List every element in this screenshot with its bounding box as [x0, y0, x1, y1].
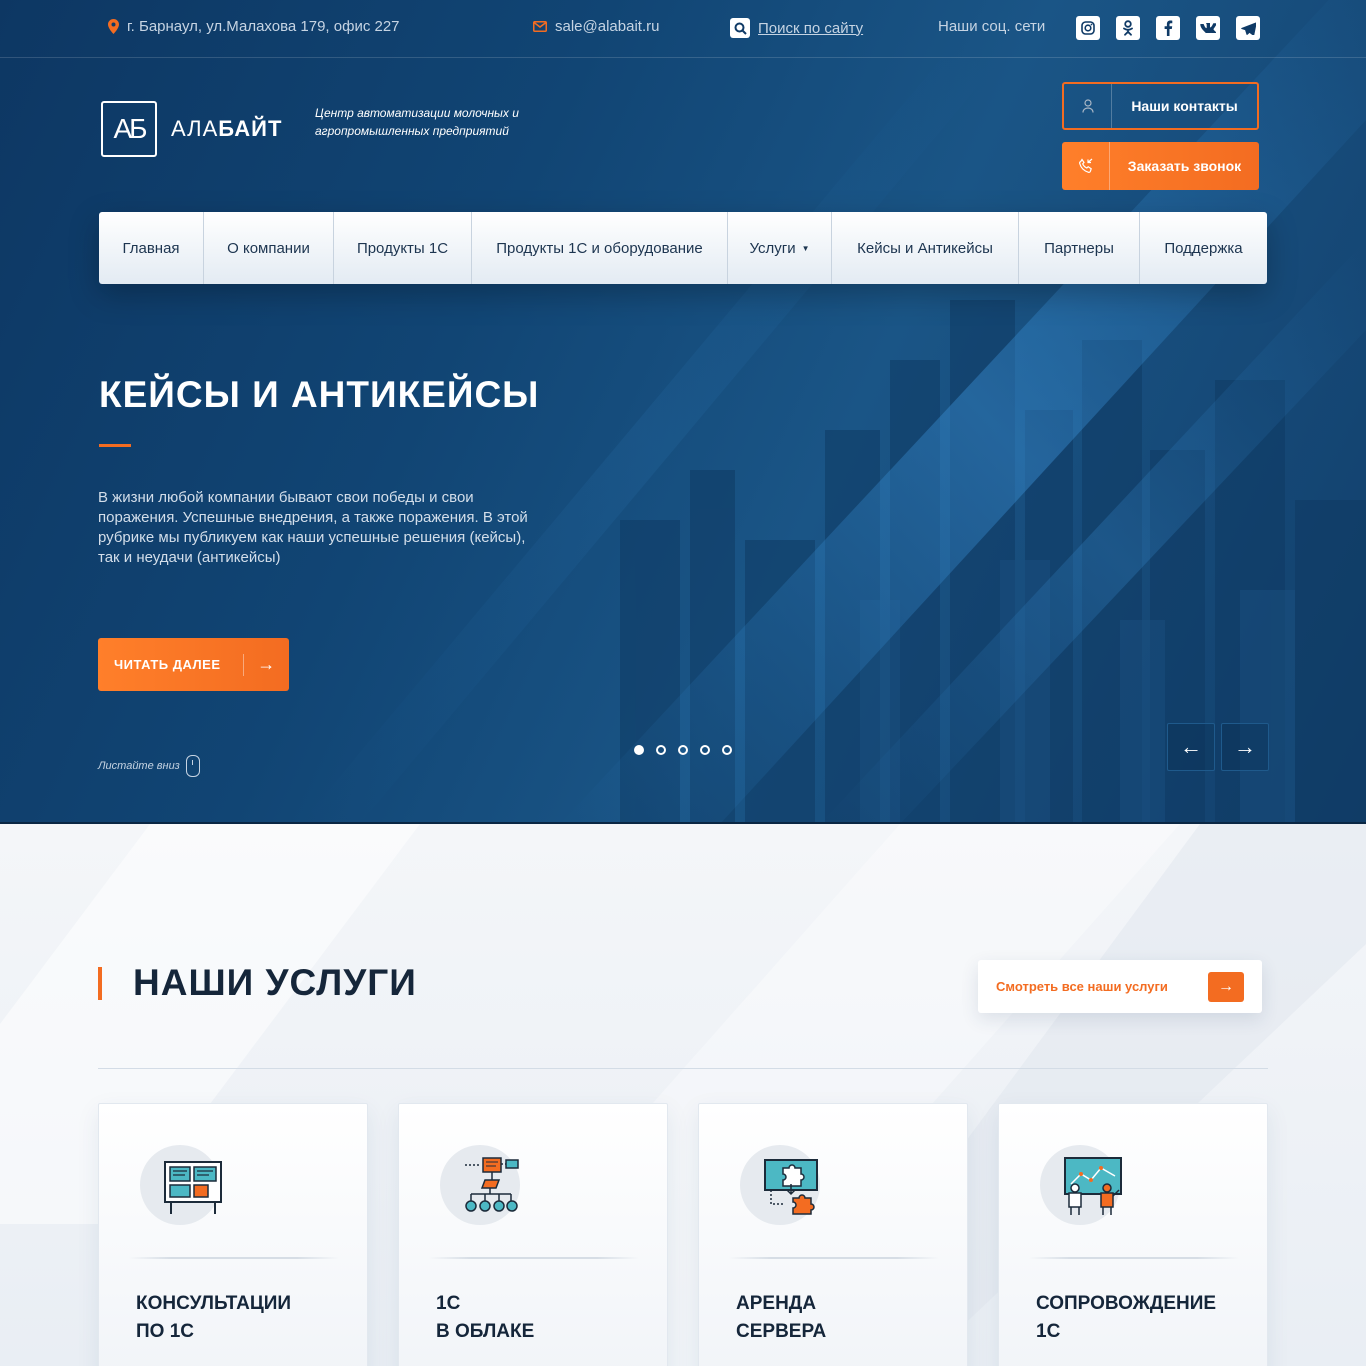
slider-dot[interactable]: [678, 745, 688, 755]
scroll-hint-label: Листайте вниз: [98, 760, 180, 772]
arrow-right-icon: →: [1208, 971, 1244, 1002]
email[interactable]: sale@alabait.ru: [533, 18, 659, 35]
hero-description: В жизни любой компании бывают свои побед…: [98, 489, 528, 566]
card-title-line1: АРЕНДА: [736, 1293, 817, 1314]
card-title-line2: СЕРВЕРА: [736, 1321, 827, 1342]
card-title-line2: 1С: [1036, 1321, 1061, 1342]
telegram-icon[interactable]: [1236, 16, 1260, 40]
contacts-button-label: Наши контакты: [1131, 98, 1238, 114]
service-card-consulting[interactable]: КОНСУЛЬТАЦИИ ПО 1С: [98, 1103, 368, 1366]
arrow-right-icon: →: [243, 653, 289, 676]
read-more-button[interactable]: ЧИТАТЬ ДАЛЕЕ →: [98, 638, 289, 691]
search[interactable]: Поиск по сайту: [730, 18, 863, 38]
card-title: АРЕНДА СЕРВЕРА: [736, 1290, 936, 1346]
slider-prev-button[interactable]: ←: [1167, 723, 1215, 771]
section-title-accent: [98, 967, 102, 1000]
service-card-server[interactable]: АРЕНДА СЕРВЕРА: [698, 1103, 968, 1366]
card-title: СОПРОВОЖДЕНИЕ 1С: [1036, 1290, 1236, 1346]
card-title-line2: В ОБЛАКЕ: [436, 1321, 535, 1342]
logo-text-bold: БАЙТ: [218, 116, 283, 141]
consulting-icon: [164, 1161, 222, 1214]
card-divider: [429, 1257, 639, 1259]
nav-item-services-label: Услуги: [749, 239, 796, 257]
slider-next-button[interactable]: →: [1221, 723, 1269, 771]
support-presentation-icon: [1064, 1157, 1122, 1215]
card-title: 1С В ОБЛАКЕ: [436, 1290, 636, 1346]
logo-mark: АБ: [101, 101, 157, 157]
section-divider: [98, 1068, 1268, 1069]
arrow-left-icon: ←: [1180, 734, 1202, 759]
card-divider: [129, 1257, 339, 1259]
nav-item-partners[interactable]: Партнеры: [1019, 212, 1140, 284]
logo[interactable]: АБ АЛАБАЙТ: [101, 101, 282, 157]
search-link[interactable]: Поиск по сайту: [758, 20, 863, 37]
main-nav: Главная О компании Продукты 1С Продукты …: [99, 212, 1267, 284]
mouse-icon: [185, 755, 200, 777]
social-label: Наши соц. сети: [938, 18, 1046, 35]
nav-item-services[interactable]: Услуги ▼: [728, 212, 832, 284]
card-title-line1: 1С: [436, 1293, 461, 1314]
slider-arrows: ← →: [1167, 723, 1269, 771]
services-title: НАШИ УСЛУГИ: [133, 962, 417, 1003]
email-text[interactable]: sale@alabait.ru: [555, 18, 659, 35]
order-call-button[interactable]: Заказать звонок: [1062, 142, 1259, 190]
hero-section: г. Барнаул, ул.Малахова 179, офис 227 sa…: [0, 0, 1366, 824]
slider-dots: [634, 745, 732, 755]
slider-dot[interactable]: [656, 745, 666, 755]
address: г. Барнаул, ул.Малахова 179, офис 227: [108, 18, 400, 35]
services-section: НАШИ УСЛУГИ Смотреть все наши услуги → К…: [0, 824, 1366, 1366]
read-more-label: ЧИТАТЬ ДАЛЕЕ: [114, 657, 221, 672]
hero-title: КЕЙСЫ И АНТИКЕЙСЫ: [99, 374, 540, 415]
nav-item-about[interactable]: О компании: [204, 212, 334, 284]
cloud-network-icon: [465, 1157, 519, 1212]
nav-item-products-equipment[interactable]: Продукты 1С и оборудование: [472, 212, 728, 284]
card-title: КОНСУЛЬТАЦИИ ПО 1С: [136, 1290, 336, 1346]
nav-item-products-1c[interactable]: Продукты 1С: [334, 212, 472, 284]
logo-text-light: АЛА: [171, 116, 219, 141]
card-divider: [729, 1257, 939, 1259]
card-title-line1: СОПРОВОЖДЕНИЕ: [1036, 1293, 1217, 1314]
user-icon: [1064, 84, 1112, 128]
nav-item-cases[interactable]: Кейсы и Антикейсы: [832, 212, 1019, 284]
caret-down-icon: ▼: [801, 243, 810, 253]
vk-icon[interactable]: [1196, 16, 1220, 40]
logo-text: АЛАБАЙТ: [171, 116, 282, 142]
service-card-cloud[interactable]: 1С В ОБЛАКЕ: [398, 1103, 668, 1366]
search-icon[interactable]: [730, 18, 750, 38]
contacts-button[interactable]: Наши контакты: [1062, 82, 1259, 130]
nav-item-support[interactable]: Поддержка: [1140, 212, 1267, 284]
all-services-button[interactable]: Смотреть все наши услуги →: [978, 960, 1262, 1013]
location-pin-icon: [108, 19, 119, 34]
odnoklassniki-icon[interactable]: [1116, 16, 1140, 40]
facebook-icon[interactable]: [1156, 16, 1180, 40]
service-card-support[interactable]: СОПРОВОЖДЕНИЕ 1С: [998, 1103, 1268, 1366]
card-title-line2: ПО 1С: [136, 1321, 195, 1342]
address-text: г. Барнаул, ул.Малахова 179, офис 227: [127, 18, 400, 35]
nav-item-home[interactable]: Главная: [99, 212, 204, 284]
scroll-hint[interactable]: Листайте вниз: [98, 755, 200, 777]
tagline: Центр автоматизации молочных и агропромы…: [315, 106, 519, 138]
slider-dot[interactable]: [634, 745, 644, 755]
slider-dot[interactable]: [722, 745, 732, 755]
top-bar: г. Барнаул, ул.Малахова 179, офис 227 sa…: [0, 0, 1366, 58]
server-puzzle-icon: [764, 1159, 818, 1215]
order-call-label: Заказать звонок: [1127, 158, 1242, 174]
mail-icon: [533, 21, 547, 32]
phone-icon: [1062, 142, 1110, 190]
hero-accent-rule: [99, 444, 131, 447]
social-links: [1076, 16, 1260, 40]
all-services-label: Смотреть все наши услуги: [996, 979, 1168, 994]
arrow-right-icon: →: [1234, 734, 1256, 759]
card-title-line1: КОНСУЛЬТАЦИИ: [136, 1293, 292, 1314]
card-divider: [1029, 1257, 1239, 1259]
slider-dot[interactable]: [700, 745, 710, 755]
instagram-icon[interactable]: [1076, 16, 1100, 40]
